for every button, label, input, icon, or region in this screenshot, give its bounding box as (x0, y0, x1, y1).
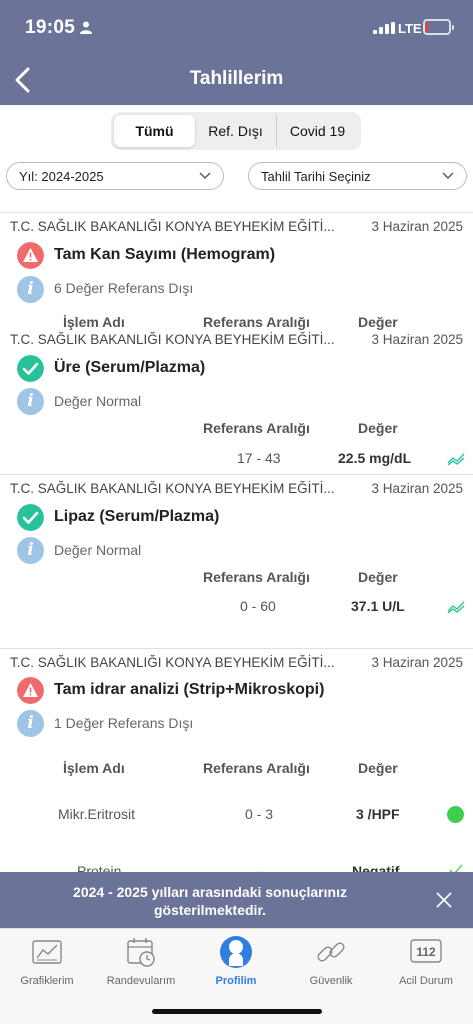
toast-message: 2024 - 2025 yılları arasındaki sonuçları… (73, 884, 347, 918)
info-icon: i (17, 537, 44, 564)
tab-label: Randevularım (106, 975, 176, 987)
result-date: 3 Haziran 2025 (371, 219, 463, 234)
profile-icon (220, 936, 252, 968)
signal-icon (373, 22, 395, 34)
tab-label: Acil Durum (399, 975, 453, 987)
link-icon (317, 942, 345, 962)
column-header-name: İşlem Adı (63, 314, 125, 330)
chart-icon (32, 940, 62, 964)
home-indicator (152, 1009, 322, 1014)
test-name: Tam idrar analizi (Strip+Mikroskopi) (54, 681, 325, 698)
tab-label: Grafiklerim (20, 975, 74, 987)
result-card-hemogram[interactable]: T.C. SAĞLIK BAKANLIĞI KONYA BEYHEKİM EĞİ… (0, 212, 473, 334)
close-icon[interactable] (436, 892, 452, 908)
warning-icon (17, 242, 44, 269)
test-name: Üre (Serum/Plazma) (54, 359, 206, 376)
result-value: 22.5 mg/dL (338, 450, 412, 466)
parameter-name: Protein (77, 863, 122, 872)
tab-emergency[interactable]: 112 Acil Durum (379, 933, 473, 993)
result-value: 3 /HPF (356, 806, 400, 822)
emergency-number: 112 (416, 945, 436, 959)
segmented-control: Tümü Ref. Dışı Covid 19 (111, 112, 361, 150)
column-header-value: Değer (358, 760, 398, 776)
warning-icon (17, 677, 44, 704)
year-select[interactable]: Yıl: 2024-2025 (6, 162, 224, 190)
result-summary: 1 Değer Referans Dışı (54, 715, 194, 731)
tab-label: Profilim (215, 975, 257, 987)
tab-appointments[interactable]: Randevularım (94, 933, 188, 993)
reference-range: 0 - 3 (245, 806, 274, 822)
result-summary: Değer Normal (54, 542, 142, 558)
trend-chart-icon[interactable] (447, 601, 465, 613)
column-header-name: İşlem Adı (63, 760, 125, 776)
reference-range: 0 - 60 (240, 598, 276, 614)
institution-name: T.C. SAĞLIK BAKANLIĞI KONYA BEYHEKİM EĞİ… (10, 219, 335, 234)
result-value: 37.1 U/L (351, 598, 405, 614)
column-header-range: Referans Aralığı (203, 569, 310, 585)
check-circle-icon (17, 355, 44, 382)
tab-graphs[interactable]: Grafiklerim (0, 933, 94, 993)
segment-all[interactable]: Tümü (114, 115, 195, 147)
year-select-value: Yıl: 2024-2025 (19, 168, 104, 184)
result-summary: 6 Değer Referans Dışı (54, 280, 194, 296)
person-icon (80, 21, 92, 34)
column-header-value: Değer (358, 420, 398, 436)
tab-profile[interactable]: Profilim (189, 933, 283, 993)
result-value: Negatif (352, 863, 400, 872)
page-title: Tahlillerim (189, 68, 284, 89)
reference-range: 17 - 43 (237, 450, 281, 466)
app-header: 19:05 LTE Tahlillerim (0, 0, 473, 105)
column-header-value: Değer (358, 569, 398, 585)
result-card-lipase[interactable]: T.C. SAĞLIK BAKANLIĞI KONYA BEYHEKİM EĞİ… (0, 475, 473, 647)
reference-range: -- (255, 863, 265, 872)
result-card-urea[interactable]: T.C. SAĞLIK BAKANLIĞI KONYA BEYHEKİM EĞİ… (0, 332, 473, 475)
segment-out-of-range[interactable]: Ref. Dışı (195, 115, 276, 147)
institution-name: T.C. SAĞLIK BAKANLIĞI KONYA BEYHEKİM EĞİ… (10, 481, 335, 496)
info-icon: i (17, 710, 44, 737)
institution-name: T.C. SAĞLIK BAKANLIĞI KONYA BEYHEKİM EĞİ… (10, 332, 335, 347)
date-select[interactable]: Tahlil Tarihi Seçiniz (248, 162, 467, 190)
column-header-value: Değer (358, 314, 398, 330)
check-circle-icon (17, 504, 44, 531)
result-date: 3 Haziran 2025 (371, 332, 463, 347)
battery-level (426, 22, 428, 32)
result-date: 3 Haziran 2025 (371, 481, 463, 496)
status-time: 19:05 (25, 17, 76, 38)
info-toast: 2024 - 2025 yılları arasındaki sonuçları… (0, 872, 473, 928)
test-name: Lipaz (Serum/Plazma) (54, 508, 220, 525)
result-card-urinalysis[interactable]: T.C. SAĞLIK BAKANLIĞI KONYA BEYHEKİM EĞİ… (0, 649, 473, 872)
chevron-down-icon (442, 172, 454, 179)
battery-icon (423, 19, 454, 35)
segment-covid[interactable]: Covid 19 (276, 115, 358, 147)
check-icon (449, 864, 463, 872)
result-date: 3 Haziran 2025 (371, 655, 463, 670)
info-icon: i (17, 276, 44, 303)
info-icon: i (17, 388, 44, 415)
column-header-range: Referans Aralığı (203, 760, 310, 776)
trend-chart-icon[interactable] (447, 453, 465, 465)
tab-security[interactable]: Güvenlik (284, 933, 378, 993)
result-summary: Değer Normal (54, 393, 142, 409)
date-select-value: Tahlil Tarihi Seçiniz (261, 168, 371, 184)
parameter-name: Mikr.Eritrosit (58, 806, 135, 822)
status-bar: 19:05 LTE (0, 0, 473, 56)
status-dot-icon (447, 806, 464, 823)
tab-label: Güvenlik (309, 975, 353, 987)
institution-name: T.C. SAĞLIK BAKANLIĞI KONYA BEYHEKİM EĞİ… (10, 655, 335, 670)
test-name: Tam Kan Sayımı (Hemogram) (54, 246, 276, 263)
column-header-range: Referans Aralığı (203, 314, 310, 330)
results-list: T.C. SAĞLIK BAKANLIĞI KONYA BEYHEKİM EĞİ… (0, 212, 473, 872)
chevron-down-icon (199, 172, 211, 179)
network-label: LTE (398, 21, 422, 36)
calendar-icon (127, 938, 155, 967)
column-header-range: Referans Aralığı (203, 420, 310, 436)
emergency-112-icon: 112 (410, 939, 442, 963)
